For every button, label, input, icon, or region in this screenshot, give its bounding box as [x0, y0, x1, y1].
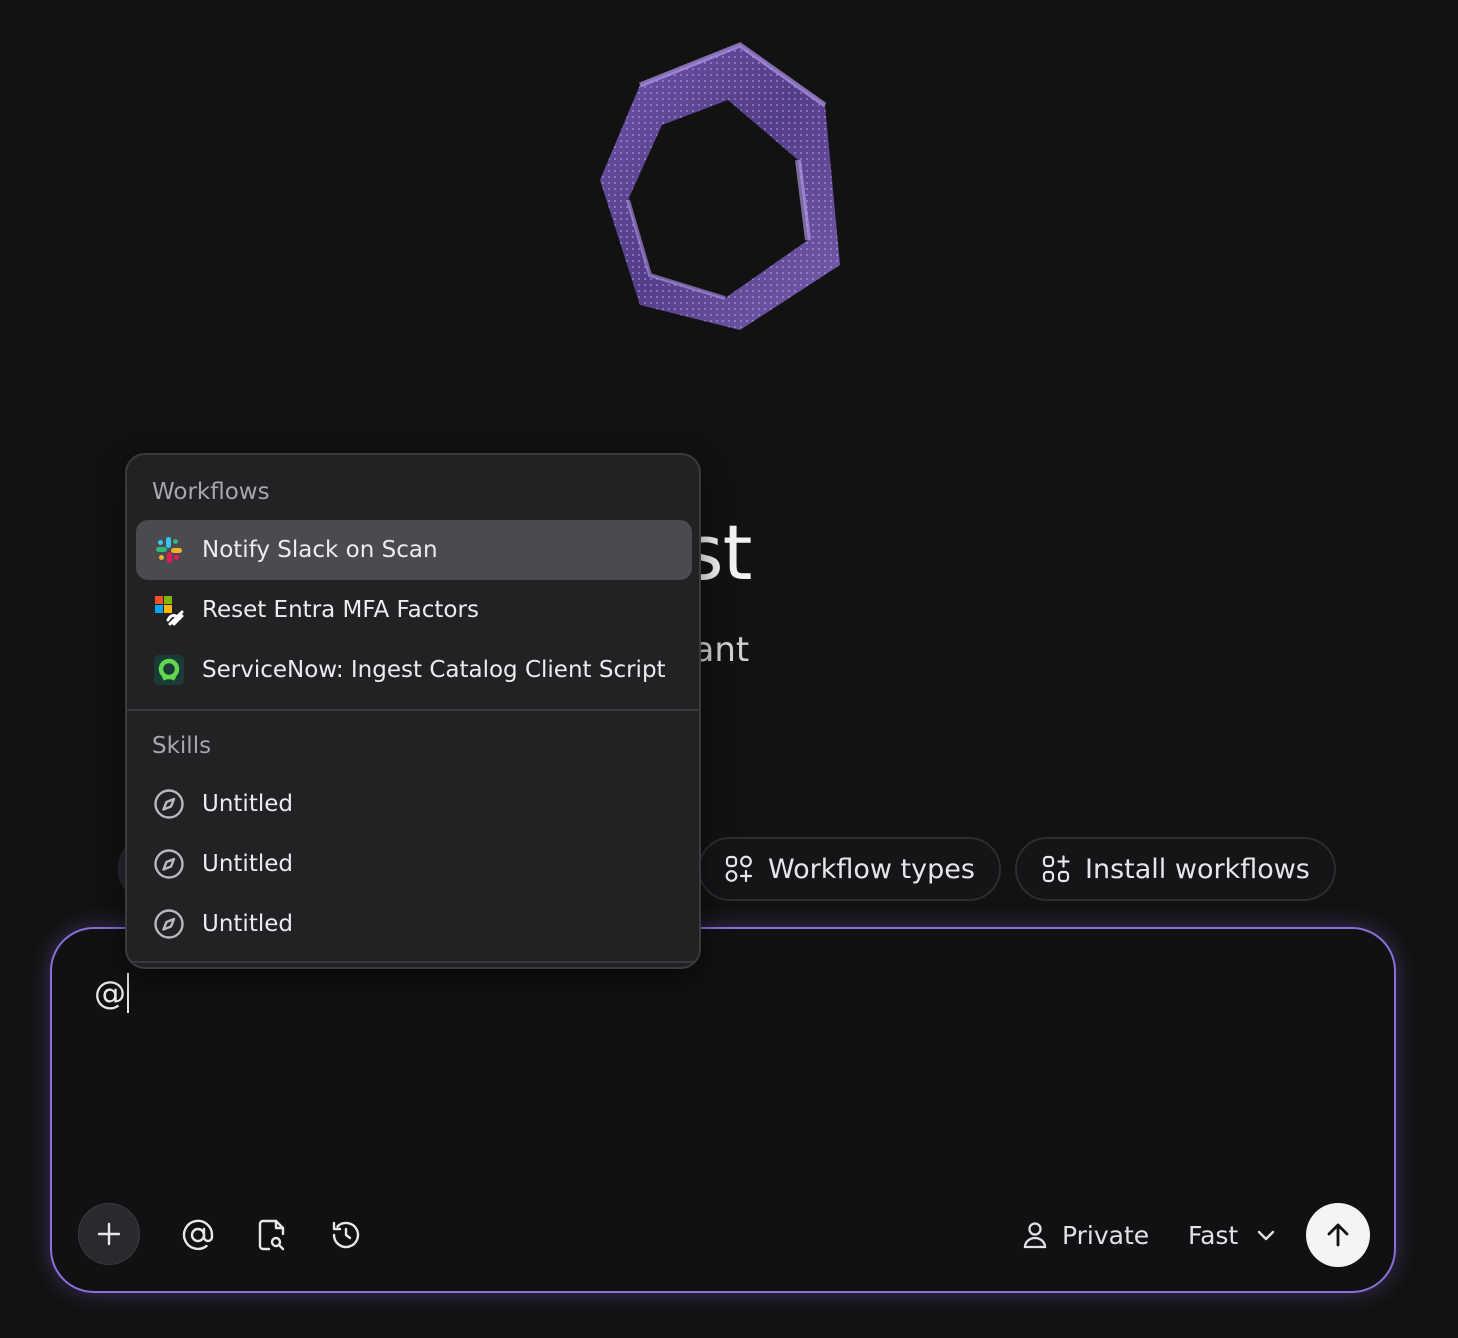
- mention-dropdown: Workflows Notify Slack on Scan Reset Ent…: [125, 453, 701, 969]
- menu-divider: [127, 709, 699, 711]
- compass-icon: [153, 848, 185, 880]
- prompt-input[interactable]: @: [94, 973, 129, 1013]
- skill-item-label: Untitled: [202, 791, 293, 817]
- servicenow-icon: [153, 654, 185, 686]
- skills-section-label: Skills: [152, 733, 212, 759]
- search-files-button[interactable]: [250, 1213, 294, 1257]
- workflow-types-label: Workflow types: [768, 853, 975, 885]
- workflow-item-reset-entra[interactable]: Reset Entra MFA Factors: [136, 580, 692, 640]
- microsoft-entra-icon: [153, 594, 185, 626]
- plus-icon: [97, 1222, 121, 1246]
- workflows-section-label: Workflows: [152, 479, 270, 505]
- menu-divider: [127, 961, 699, 963]
- skill-item[interactable]: Untitled: [136, 894, 692, 954]
- model-label: Fast: [1188, 1220, 1239, 1250]
- history-button[interactable]: [324, 1213, 368, 1257]
- user-icon: [1023, 1222, 1047, 1249]
- install-workflows-label: Install workflows: [1085, 853, 1310, 885]
- mention-button[interactable]: [176, 1213, 220, 1257]
- skill-item[interactable]: Untitled: [136, 774, 692, 834]
- skill-item-label: Untitled: [202, 911, 293, 937]
- file-search-icon: [258, 1219, 285, 1251]
- workflow-item-label: Notify Slack on Scan: [202, 537, 438, 563]
- skill-item[interactable]: Untitled: [136, 834, 692, 894]
- catalyst-logo: [600, 42, 840, 330]
- skill-item-label: Untitled: [202, 851, 293, 877]
- arrow-up-icon: [1327, 1223, 1349, 1247]
- install-workflows-chip[interactable]: Install workflows: [1015, 837, 1336, 901]
- workflow-item-servicenow[interactable]: ServiceNow: Ingest Catalog Client Script: [136, 640, 692, 700]
- workflow-types-icon: [725, 855, 753, 883]
- text-caret: [127, 973, 129, 1013]
- workflow-types-chip[interactable]: Workflow types: [698, 837, 1001, 901]
- workflow-item-notify-slack[interactable]: Notify Slack on Scan: [136, 520, 692, 580]
- history-icon: [332, 1221, 360, 1249]
- model-selector[interactable]: Fast: [1188, 1213, 1276, 1257]
- compass-icon: [153, 908, 185, 940]
- visibility-label: Private: [1062, 1220, 1150, 1250]
- add-attachment-button[interactable]: [78, 1203, 140, 1265]
- workflow-item-label: Reset Entra MFA Factors: [202, 597, 479, 623]
- slack-icon: [153, 534, 185, 566]
- install-workflows-icon: [1042, 855, 1070, 883]
- workflow-item-label: ServiceNow: Ingest Catalog Client Script: [202, 657, 666, 683]
- chevron-down-icon: [1258, 1230, 1275, 1241]
- send-button[interactable]: [1306, 1203, 1370, 1267]
- visibility-toggle[interactable]: Private: [1022, 1213, 1149, 1257]
- at-sign-icon: [182, 1219, 214, 1251]
- compass-icon: [153, 788, 185, 820]
- prompt-input-value: @: [94, 974, 126, 1012]
- page: atalyst ation assistant Workflow types I…: [0, 0, 1458, 1338]
- prompt-composer[interactable]: @ Private Fast: [50, 927, 1396, 1293]
